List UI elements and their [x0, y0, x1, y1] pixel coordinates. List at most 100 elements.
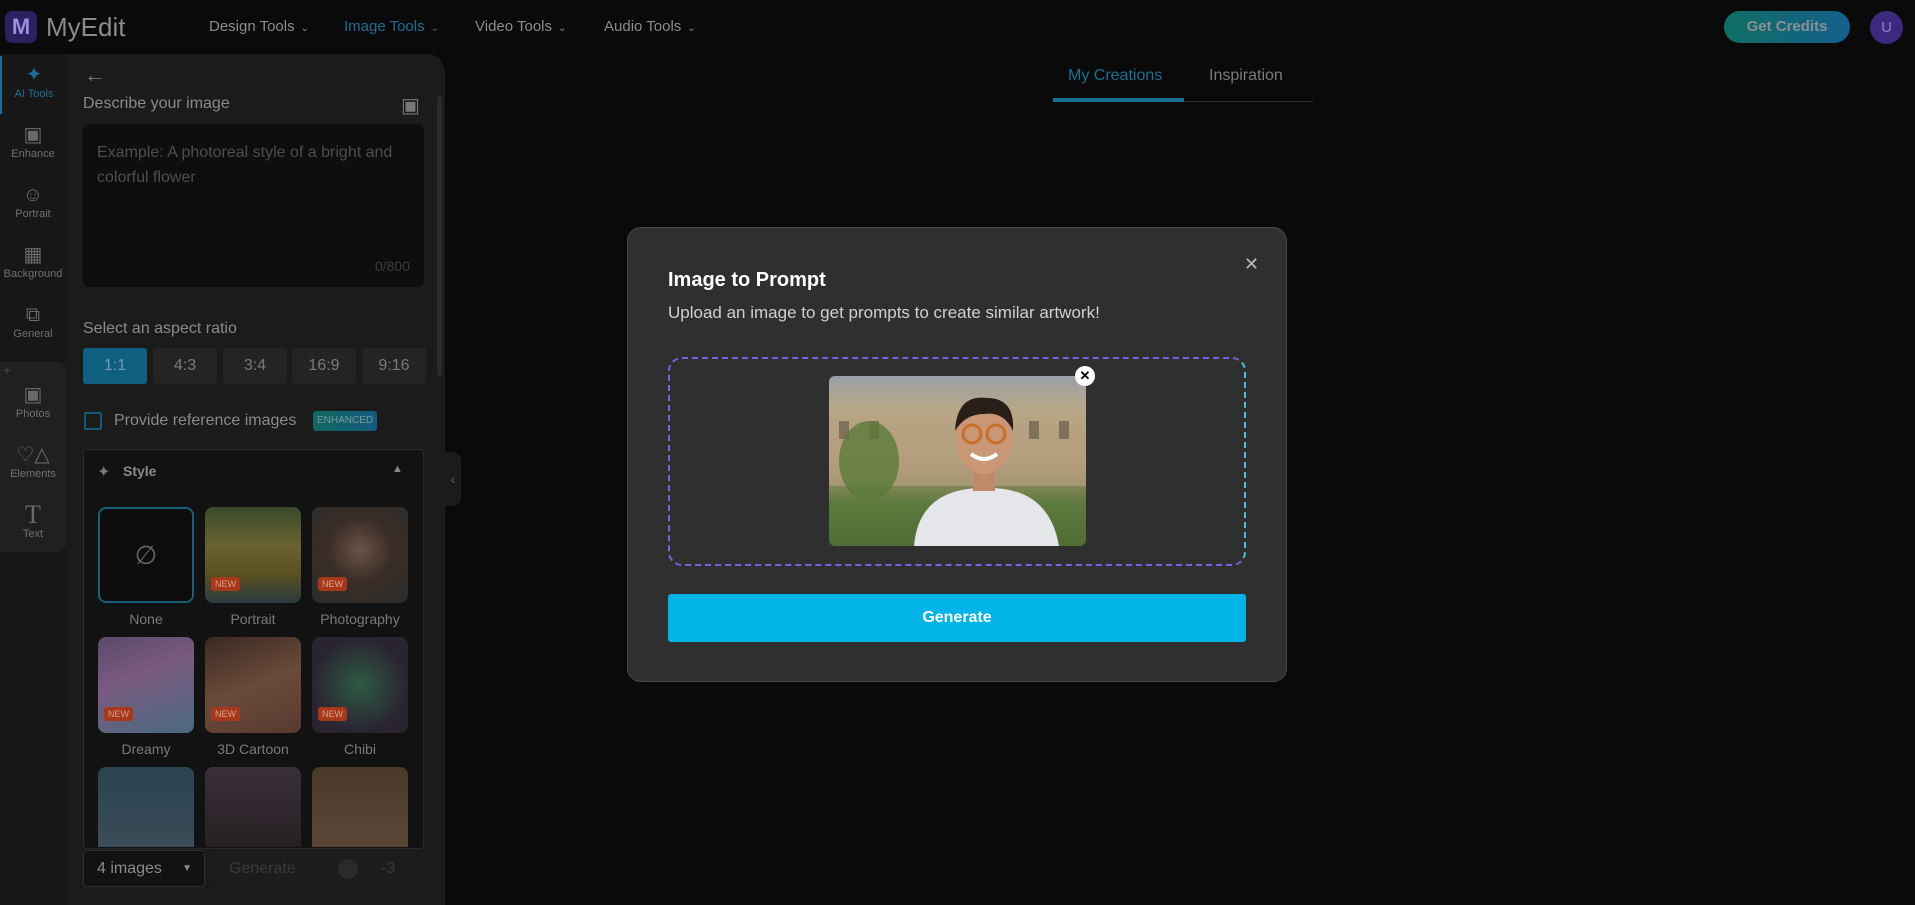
image-upload-icon[interactable]: ▣ — [401, 93, 420, 118]
ratio-9-16[interactable]: 9:16 — [362, 348, 426, 384]
describe-label: Describe your image — [83, 95, 230, 112]
top-header: M MyEdit Design Tools ⌄ Image Tools ⌄ Vide… — [0, 0, 1915, 54]
reference-images-checkbox[interactable] — [84, 412, 102, 430]
rail-label: Text — [22, 528, 44, 540]
magic-wand-icon: ✦ — [97, 464, 111, 481]
rail-label: Photos — [15, 408, 51, 420]
dialog-subtitle: Upload an image to get prompts to create… — [668, 303, 1100, 322]
logo-text[interactable]: MyEdit — [46, 12, 125, 43]
close-icon[interactable]: ✕ — [1244, 254, 1259, 275]
style-label: Portrait — [230, 611, 276, 627]
back-arrow-icon[interactable]: ← — [84, 62, 106, 88]
nav-label: Image Tools — [344, 18, 425, 35]
image-count-select[interactable]: 4 images ▼ — [83, 850, 205, 887]
photo-icon: ▣ — [23, 384, 43, 406]
style-label: 3D Cartoon — [217, 741, 289, 757]
ratio-3-4[interactable]: 3:4 — [223, 348, 287, 384]
rail-item-elements[interactable]: ♡△ Elements — [0, 436, 66, 494]
chevron-left-icon: ‹ — [450, 471, 456, 487]
style-dreamy[interactable]: NEW — [98, 637, 194, 733]
text-icon: T — [25, 500, 41, 529]
upload-dropzone[interactable]: ✕ — [668, 357, 1246, 566]
rail-label: AI Tools — [14, 88, 54, 100]
style-photography[interactable]: NEW — [312, 507, 408, 603]
none-icon: ∅ — [134, 540, 158, 570]
collapse-icon[interactable]: ▲ — [392, 463, 403, 475]
get-credits-button[interactable]: Get Credits — [1724, 11, 1850, 43]
nav-label: Audio Tools — [604, 18, 682, 35]
remove-image-button[interactable]: ✕ — [1075, 366, 1095, 386]
style-none[interactable]: ∅ — [98, 507, 194, 603]
avatar[interactable]: U — [1870, 11, 1903, 44]
rail-item-ai-tools[interactable]: ✦ AI Tools — [0, 56, 66, 114]
enhanced-badge: ENHANCED — [313, 411, 378, 431]
style-thumbnail[interactable] — [205, 767, 301, 847]
style-thumbnail[interactable] — [98, 767, 194, 847]
nav-image-tools[interactable]: Image Tools ⌄ — [344, 18, 439, 35]
rail-label: Elements — [10, 468, 56, 480]
portrait-icon: ☺ — [22, 184, 44, 206]
chevron-down-icon: ⌄ — [300, 23, 309, 34]
style-thumbnail[interactable] — [312, 767, 408, 847]
rail-item-background[interactable]: ▦ Background — [0, 236, 66, 294]
rail-item-text[interactable]: T Text — [0, 496, 66, 554]
background-icon: ▦ — [23, 244, 43, 266]
prompt-placeholder: Example: A photoreal style of a bright a… — [97, 144, 393, 186]
collapse-panel-handle[interactable]: ‹ — [445, 452, 461, 506]
tab-my-creations[interactable]: My Creations — [1068, 67, 1162, 85]
new-badge: NEW — [318, 707, 347, 721]
char-counter: 0/800 — [374, 258, 410, 274]
chevron-down-icon: ⌄ — [687, 23, 696, 34]
shapes-icon: ♡△ — [16, 444, 50, 466]
style-chibi[interactable]: NEW — [312, 637, 408, 733]
rail-item-enhance[interactable]: ▣ Enhance — [0, 116, 66, 174]
rail-label: General — [13, 328, 53, 340]
style-3d-cartoon[interactable]: NEW — [205, 637, 301, 733]
nav-label: Design Tools — [209, 18, 295, 35]
rail-item-portrait[interactable]: ☺ Portrait — [0, 176, 66, 234]
image-to-prompt-dialog: Image to Prompt Upload an image to get p… — [627, 227, 1287, 682]
panel-scrollbar[interactable] — [437, 96, 442, 376]
layers-icon: ⧉ — [25, 304, 41, 326]
nav-audio-tools[interactable]: Audio Tools ⌄ — [604, 18, 696, 35]
style-portrait[interactable]: NEW — [205, 507, 301, 603]
generate-label: Generate — [229, 860, 296, 877]
aspect-ratio-label: Select an aspect ratio — [83, 320, 237, 337]
rail-label: Portrait — [15, 208, 51, 220]
image-sparkle-icon: ▣ — [23, 124, 43, 146]
uploaded-photo — [829, 376, 1086, 546]
rail-label: Enhance — [11, 148, 55, 160]
person-photo — [829, 397, 1086, 546]
style-section: ✦ Style ▲ ∅ None NEW Portrait NEW Photog… — [83, 449, 424, 849]
dialog-title: Image to Prompt — [668, 269, 826, 291]
panel-generate-button[interactable]: Generate -3 — [213, 850, 424, 887]
dialog-generate-button[interactable]: Generate — [668, 594, 1246, 642]
active-tab-indicator — [1053, 98, 1184, 102]
ratio-16-9[interactable]: 16:9 — [292, 348, 356, 384]
reference-images-label: Provide reference images — [114, 412, 297, 429]
rail-group-add: + ▣ Photos ♡△ Elements T Text — [0, 362, 66, 552]
nav-label: Video Tools — [475, 18, 553, 35]
credit-cost: -3 — [381, 860, 396, 877]
ratio-1-1[interactable]: 1:1 — [83, 348, 147, 384]
rail-item-photos[interactable]: ▣ Photos — [0, 376, 66, 434]
new-badge: NEW — [211, 577, 240, 591]
style-label: Chibi — [344, 741, 376, 757]
credit-icon — [338, 859, 358, 879]
style-label: Photography — [320, 611, 400, 627]
chevron-down-icon: ⌄ — [558, 23, 567, 34]
ratio-4-3[interactable]: 4:3 — [153, 348, 217, 384]
chevron-down-icon: ⌄ — [430, 23, 439, 34]
logo-icon[interactable]: M — [5, 11, 37, 43]
caret-down-icon: ▼ — [182, 863, 192, 874]
nav-design-tools[interactable]: Design Tools ⌄ — [209, 18, 309, 35]
new-badge: NEW — [318, 577, 347, 591]
nav-video-tools[interactable]: Video Tools ⌄ — [475, 18, 566, 35]
rail-label: Background — [3, 268, 63, 280]
rail-item-general[interactable]: ⧉ General — [0, 296, 66, 354]
style-title: Style — [123, 463, 157, 479]
new-badge: NEW — [211, 707, 240, 721]
tab-inspiration[interactable]: Inspiration — [1209, 67, 1283, 85]
prompt-input[interactable]: Example: A photoreal style of a bright a… — [83, 124, 424, 287]
style-label: None — [129, 611, 163, 627]
